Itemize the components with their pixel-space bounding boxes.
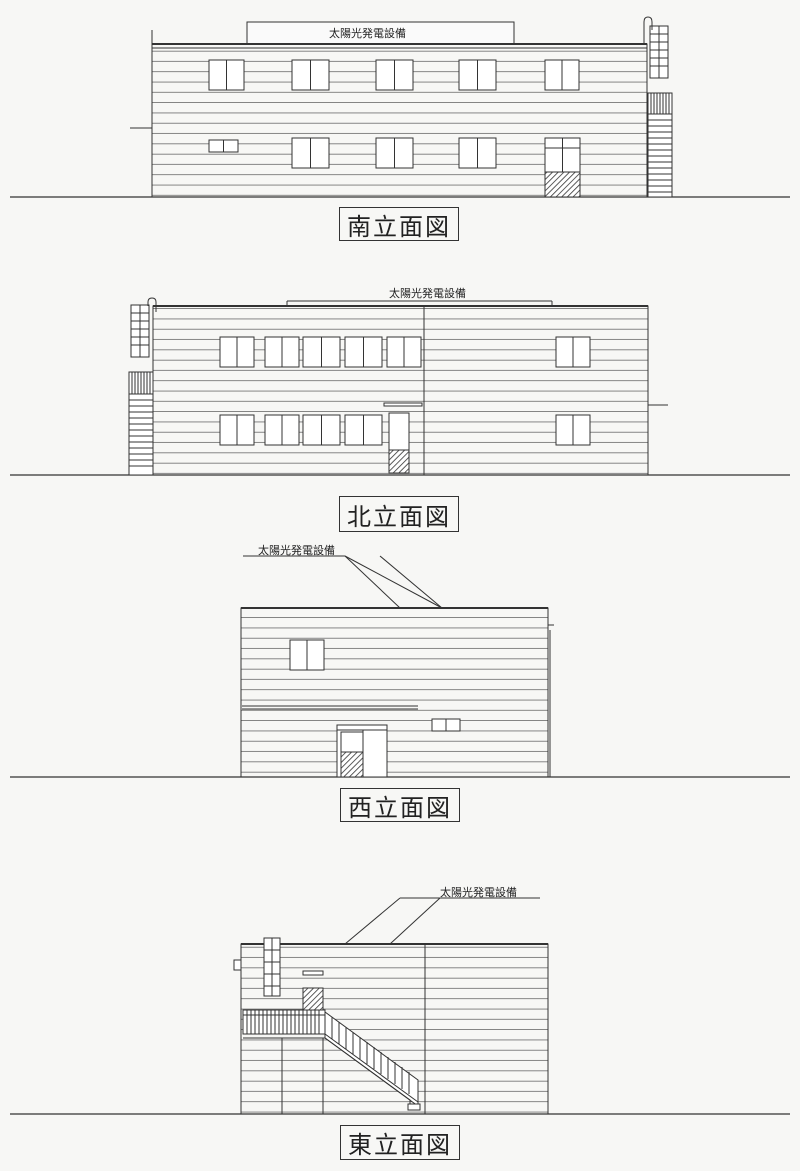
solar-panel-label: 太陽光発電設備 bbox=[329, 27, 406, 40]
side-door bbox=[336, 724, 388, 778]
east-elevation bbox=[10, 897, 790, 1115]
east-elevation-title: 東立面図 bbox=[340, 1125, 460, 1160]
external-stair bbox=[643, 16, 673, 198]
ladder bbox=[263, 937, 281, 997]
wall bbox=[240, 607, 549, 778]
south-elevation-title: 南立面図 bbox=[339, 207, 459, 241]
entrance-door bbox=[544, 137, 581, 198]
north-elevation-title: 北立面図 bbox=[339, 496, 459, 532]
elevation-drawing bbox=[10, 16, 790, 1115]
solar-panel-label: 太陽光発電設備 bbox=[440, 886, 517, 899]
solar-panel-label: 太陽光発電設備 bbox=[389, 287, 466, 300]
north-elevation bbox=[10, 297, 790, 476]
south-elevation bbox=[10, 16, 790, 198]
west-elevation bbox=[10, 555, 790, 778]
external-stair bbox=[128, 297, 157, 476]
west-elevation-title: 西立面図 bbox=[340, 788, 460, 822]
solar-panel-label: 太陽光発電設備 bbox=[258, 544, 335, 557]
